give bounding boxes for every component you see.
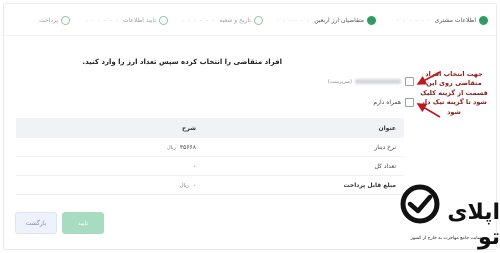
row-title: مبلغ قابل پرداخت: [343, 181, 396, 189]
summary-table: عنوان شرح نرخ دینار ۳۵۶۶۸ ریال تعداد کل …: [16, 118, 404, 195]
companion-option[interactable]: همراه دارم: [373, 98, 414, 107]
table-row: تعداد کل ۰: [16, 157, 404, 176]
header-desc: شرح: [182, 124, 196, 132]
step-circle-icon: [254, 15, 263, 25]
companion-label: همراه دارم: [373, 99, 401, 106]
step-customer-info: اطلاعات مشتری - - - - - -: [397, 14, 488, 26]
checkbox[interactable]: [405, 98, 414, 107]
step-check-icon: [479, 15, 488, 25]
step-date-branch: تاریخ و شعبه - - - - - -: [182, 14, 263, 26]
guardian-tag: (سرپرست): [327, 78, 352, 85]
step-check-icon: [367, 15, 376, 25]
annotation-note: جهت انتخاب افراد متقاضی روی این قسمت از …: [420, 70, 488, 116]
step-label: متقاضیان ارز اربعین: [314, 16, 364, 24]
step-label: تایید اطلاعات: [122, 16, 156, 24]
confirm-button[interactable]: تایید: [62, 212, 104, 234]
step-confirm-info: تایید اطلاعات - - - - - -: [85, 14, 168, 26]
blurred-name: [355, 79, 401, 84]
table-row: مبلغ قابل پرداخت ۰ ریال: [16, 176, 404, 195]
row-title: تعداد کل: [374, 162, 396, 170]
table-header: عنوان شرح: [16, 118, 404, 138]
header-title: عنوان: [378, 124, 397, 132]
applicant-self-option[interactable]: (سرپرست): [328, 77, 414, 86]
step-applicants: متقاضیان ارز اربعین - - - - - -: [277, 14, 376, 26]
progress-stepper: اطلاعات مشتری - - - - - - متقاضیان ارز ا…: [4, 4, 498, 36]
step-label: پرداخت: [39, 16, 58, 24]
table-row: نرخ دینار ۳۵۶۶۸ ریال: [16, 138, 404, 157]
brand-tagline: سایت جامع مهاجرت به خارج از کشور: [410, 236, 482, 241]
form-question: افراد متقاضی را انتخاب کرده سپس تعداد ار…: [82, 58, 282, 66]
row-title: نرخ دینار: [374, 143, 396, 151]
brand-name: اپلای تو: [447, 200, 500, 250]
step-circle-icon: [159, 15, 168, 25]
back-button[interactable]: بازگشت: [15, 212, 57, 234]
checkbox[interactable]: [405, 77, 414, 86]
row-value: ۳۵۶۶۸ ریال: [166, 143, 196, 151]
row-value: ۰ ریال: [179, 181, 196, 189]
row-value: ۰: [192, 162, 196, 170]
step-payment: پرداخت: [39, 14, 70, 26]
step-circle-icon: [61, 15, 70, 25]
step-label: اطلاعات مشتری: [434, 16, 476, 24]
step-label: تاریخ و شعبه: [219, 16, 251, 24]
